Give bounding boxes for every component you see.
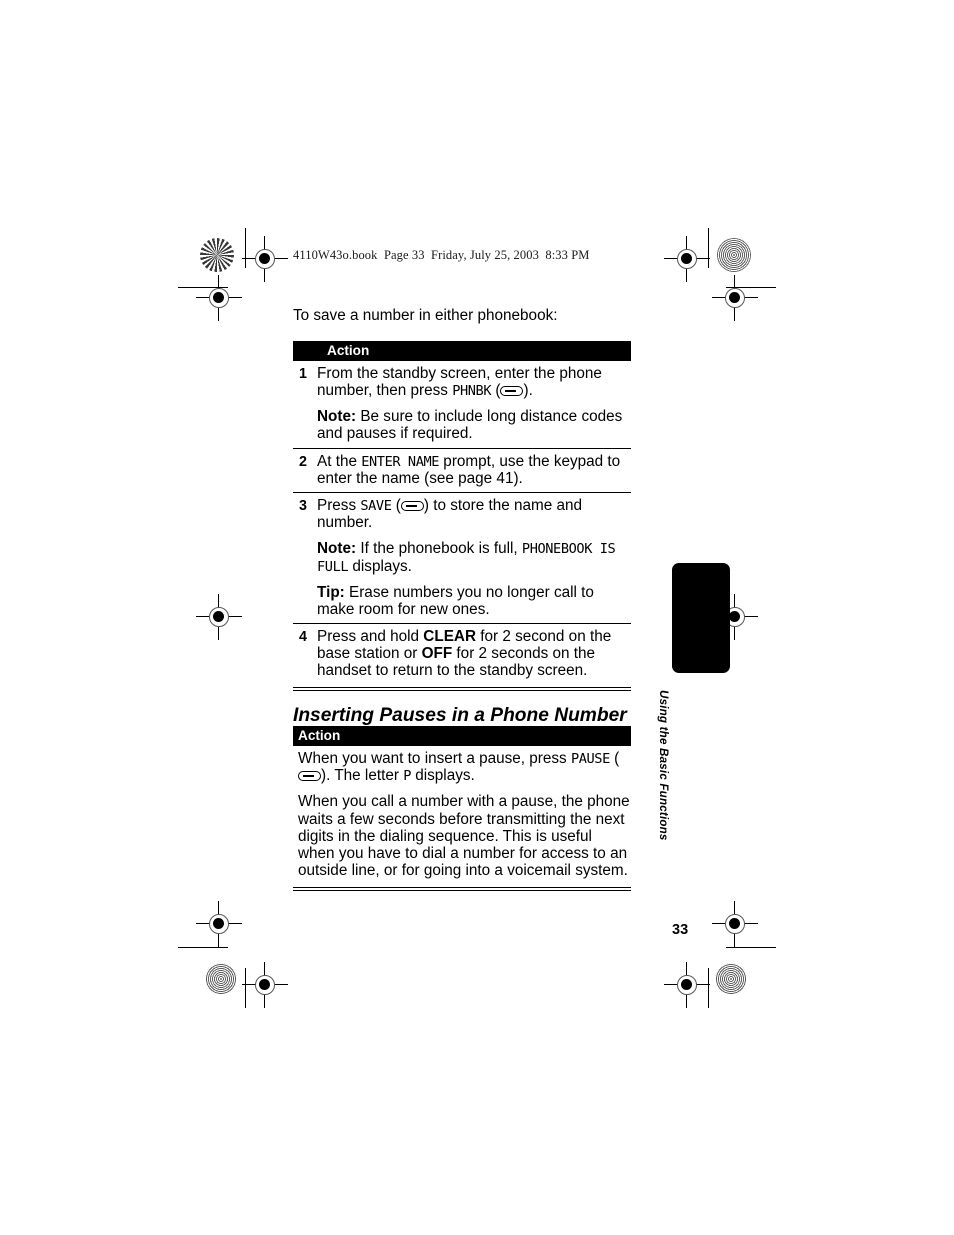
table1-action-header: Action bbox=[293, 341, 631, 361]
note-text-post: displays. bbox=[348, 557, 412, 575]
table1-bottom-double-rule bbox=[293, 687, 631, 692]
text-post: ). The letter bbox=[321, 767, 404, 785]
step-text-post: ). bbox=[523, 382, 533, 400]
step-body: When you want to insert a pause, press P… bbox=[293, 750, 631, 879]
trim-line-bottom-left-vertical bbox=[245, 968, 247, 1008]
note-label: Note: bbox=[317, 540, 357, 558]
tip-text: Erase numbers you no longer call to make… bbox=[317, 583, 594, 618]
step-note-paragraph: Note: If the phonebook is full, PHONEBOO… bbox=[317, 540, 631, 574]
step-body: From the standby screen, enter the phone… bbox=[317, 365, 631, 443]
registration-mark-upper-left bbox=[196, 275, 242, 321]
note-label: Note: bbox=[317, 408, 357, 426]
step-paragraph: Press and hold CLEAR for 2 second on the… bbox=[317, 628, 631, 679]
step-text-pre: At the bbox=[317, 452, 362, 470]
registration-mark-middle-left bbox=[196, 594, 242, 640]
step-text-mid: ( bbox=[391, 496, 401, 514]
pause-instruction-paragraph: When you want to insert a pause, press P… bbox=[298, 750, 631, 784]
registration-mark-top-right bbox=[664, 236, 710, 282]
halftone-dot-top-right bbox=[717, 238, 751, 272]
table2-bottom-double-rule bbox=[293, 887, 631, 891]
step-paragraph: Press SAVE () to store the name and numb… bbox=[317, 497, 631, 531]
step-body: Press SAVE () to store the name and numb… bbox=[317, 497, 631, 618]
step-number: 3 bbox=[299, 497, 307, 514]
registration-mark-lower-left bbox=[196, 901, 242, 947]
page-number: 33 bbox=[672, 922, 689, 938]
trim-line-upper-left-horizontal bbox=[178, 287, 228, 289]
step-body: At the ENTER NAME prompt, use the keypad… bbox=[317, 453, 631, 487]
halftone-dot-bottom-left bbox=[205, 963, 237, 995]
save-number-procedure-table: Action 1 From the standby screen, enter … bbox=[293, 341, 631, 692]
intro-sentence: To save a number in either phonebook: bbox=[293, 307, 558, 324]
note-text: Be sure to include long distance codes a… bbox=[317, 408, 623, 443]
registration-mark-lower-right bbox=[712, 901, 758, 947]
chapter-tab-label: Using the Basic Functions bbox=[657, 690, 670, 841]
halftone-dot-bottom-right bbox=[715, 963, 747, 995]
registration-mark-upper-right bbox=[712, 275, 758, 321]
trim-line-bottom-right-vertical bbox=[708, 968, 710, 1008]
tip-label: Tip: bbox=[317, 583, 345, 601]
step-note-paragraph: Note: Be sure to include long distance c… bbox=[317, 408, 631, 442]
trim-line-top-left-vertical bbox=[245, 228, 247, 268]
step-number: 2 bbox=[299, 453, 307, 470]
display-text: PAUSE bbox=[570, 751, 610, 767]
trim-line-lower-right-horizontal bbox=[726, 947, 776, 949]
display-letter-p: P bbox=[403, 768, 411, 785]
key-label-clear: CLEAR bbox=[423, 627, 476, 645]
trim-line-lower-left-horizontal bbox=[178, 947, 228, 949]
step-body: Press and hold CLEAR for 2 second on the… bbox=[317, 628, 631, 679]
step-text-pre: Press and hold bbox=[317, 627, 424, 645]
step-tip-paragraph: Tip: Erase numbers you no longer call to… bbox=[317, 584, 631, 618]
display-text: ENTER NAME bbox=[361, 453, 440, 470]
table-row: 1 From the standby screen, enter the pho… bbox=[293, 361, 631, 448]
table-row: 4 Press and hold CLEAR for 2 second on t… bbox=[293, 622, 631, 684]
key-label-off: OFF bbox=[421, 645, 453, 663]
registration-mark-bottom-right bbox=[664, 962, 710, 1008]
softkey-icon bbox=[298, 771, 321, 782]
trim-line-top-right-vertical bbox=[708, 228, 710, 268]
text-post2: displays. bbox=[410, 767, 475, 785]
step-number: 4 bbox=[299, 628, 307, 645]
text-pre: When you want to insert a pause, press bbox=[298, 750, 571, 767]
softkey-icon bbox=[500, 386, 524, 397]
registration-mark-top-left bbox=[242, 236, 288, 282]
step-number: 1 bbox=[299, 366, 307, 382]
manual-page: 4110W43o.book Page 33 Friday, July 25, 2… bbox=[0, 0, 954, 1235]
step-paragraph: At the ENTER NAME prompt, use the keypad… bbox=[317, 453, 631, 487]
softkey-icon bbox=[400, 500, 424, 511]
registration-mark-bottom-left bbox=[242, 962, 288, 1008]
table-row: When you want to insert a pause, press P… bbox=[293, 746, 631, 884]
chapter-thumb-tab bbox=[672, 563, 730, 673]
table2-action-header: Action bbox=[293, 726, 631, 746]
pause-explanation-paragraph: When you call a number with a pause, the… bbox=[298, 793, 630, 879]
halftone-dot-top-left bbox=[200, 238, 234, 272]
step-text-mid: ( bbox=[491, 382, 501, 400]
table-row: 3 Press SAVE () to store the name and nu… bbox=[293, 491, 631, 623]
note-text-pre: If the phonebook is full, bbox=[356, 540, 522, 558]
book-file-header: 4110W43o.book Page 33 Friday, July 25, 2… bbox=[293, 248, 590, 262]
display-text: PHNBK bbox=[452, 383, 492, 400]
table-row: 2 At the ENTER NAME prompt, use the keyp… bbox=[293, 447, 631, 492]
display-text: SAVE bbox=[360, 497, 392, 514]
step-text-pre: Press bbox=[317, 496, 361, 514]
step-paragraph: From the standby screen, enter the phone… bbox=[317, 365, 631, 399]
inserting-pauses-table: Action When you want to insert a pause, … bbox=[293, 726, 631, 891]
trim-line-upper-right-horizontal bbox=[726, 287, 776, 289]
text-mid: ( bbox=[609, 750, 620, 767]
page-title: Inserting Pauses in a Phone Number bbox=[293, 704, 627, 726]
